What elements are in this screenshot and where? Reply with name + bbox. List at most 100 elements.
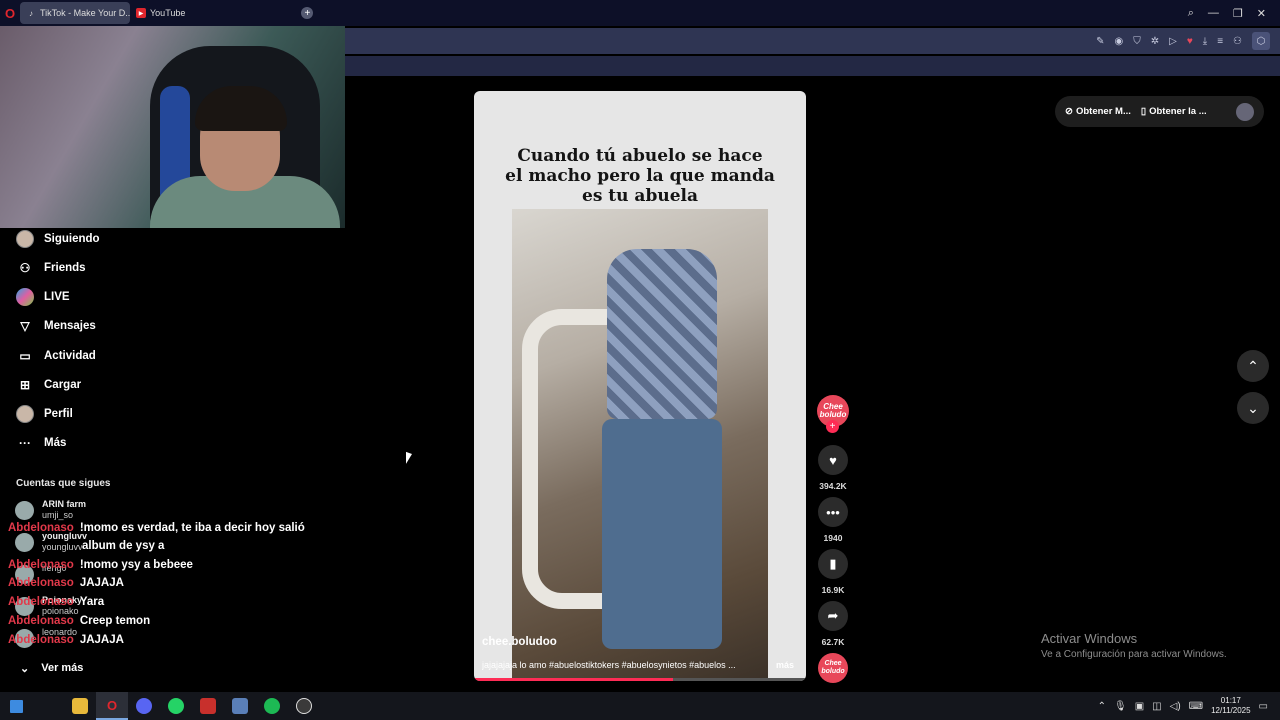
bookmarks-bar (345, 56, 1280, 76)
app-red-icon[interactable] (192, 692, 224, 720)
sidebar-item-upload[interactable]: ⊞ Cargar (16, 374, 81, 396)
get-mobile-app-button[interactable]: ▯ Obtener la ... (1141, 106, 1207, 117)
display-icon[interactable]: ▣ (1135, 701, 1144, 712)
app-window-icon[interactable] (224, 692, 256, 720)
avatar (15, 501, 34, 520)
shield-icon[interactable]: ⛉ (1133, 36, 1141, 47)
whatsapp-icon[interactable] (160, 692, 192, 720)
heart-icon[interactable]: ♥ (1187, 36, 1193, 47)
spotify-icon[interactable] (256, 692, 288, 720)
comment-count: 1940 (823, 533, 843, 543)
sidebar-item-following[interactable]: Siguiendo (16, 228, 100, 250)
close-icon[interactable]: ✕ (1257, 7, 1266, 20)
previous-video-button[interactable]: ⌃ (1237, 350, 1269, 382)
upload-icon: ⊞ (19, 378, 31, 392)
tab-label: TikTok - Make Your D... (40, 8, 130, 18)
file-explorer-icon[interactable] (64, 692, 96, 720)
restore-icon[interactable]: ❐ (1233, 7, 1243, 20)
windows-start-icon[interactable] (0, 692, 32, 720)
windows-activation-watermark: Activar Windows Ve a Configuración para … (1041, 631, 1227, 660)
chat-line: Abdelonaso !momo es verdad, te iba a deci… (8, 522, 305, 534)
get-app-bar: ⊘ Obtener M... ▯ Obtener la ... (1055, 96, 1264, 127)
sidebar-item-more[interactable]: ··· Más (16, 432, 66, 454)
notifications-icon[interactable]: ▭ (1259, 701, 1268, 712)
like-count: 394.2K (819, 481, 847, 491)
video-caption: Cuando tú abuelo se hace el macho pero l… (474, 146, 806, 206)
follow-plus-icon[interactable]: + (826, 420, 839, 433)
user-avatar[interactable] (1236, 102, 1254, 121)
new-tab-button[interactable]: + (301, 7, 314, 19)
discord-icon[interactable] (128, 692, 160, 720)
microphone-icon[interactable]: 🎙︎ (1114, 701, 1127, 712)
edit-icon[interactable]: ✎ (1096, 36, 1104, 47)
list-item[interactable]: ARIN farm umji_so (15, 499, 86, 521)
sound-disc[interactable]: Chee boludo (818, 653, 848, 683)
see-more-label: Ver más (41, 662, 84, 674)
tab-tiktok[interactable]: ♪ TikTok - Make Your D... (20, 2, 130, 24)
chat-message: JAJAJA (79, 634, 124, 646)
activation-title: Activar Windows (1041, 631, 1138, 646)
comment-button[interactable]: ••• (818, 497, 848, 527)
chat-message: !momo es verdad, te iba a decir hoy sali… (79, 522, 305, 534)
sidebar-item-profile[interactable]: Perfil (16, 403, 73, 425)
video-player[interactable]: Cuando tú abuelo se hace el macho pero l… (474, 91, 806, 681)
language-icon[interactable]: ⌨ (1189, 701, 1203, 712)
see-more-button[interactable]: ⌄ Ver más (20, 662, 83, 675)
description-more-button[interactable]: más (776, 660, 794, 670)
chat-user: Abdelonaso (8, 596, 74, 608)
get-app-button[interactable]: ⊘ Obtener M... (1065, 106, 1131, 117)
tab-label: YouTube (150, 8, 186, 18)
vpn-icon[interactable]: ✲ (1151, 36, 1159, 47)
tab-youtube[interactable]: ▶ YouTube (130, 2, 191, 24)
heart-icon: ♥ (829, 452, 837, 468)
clock-time: 01:17 (1220, 696, 1241, 705)
play-icon[interactable]: ▷ (1169, 36, 1177, 47)
activity-icon: ▭ (19, 349, 31, 363)
like-button[interactable]: ♥ (818, 445, 848, 475)
sidebar-item-messages[interactable]: ▽ Mensajes (16, 315, 95, 337)
video-description: jajajajaja lo amo #abuelostiktokers #abu… (482, 660, 736, 670)
download-icon[interactable]: ⤓ (1203, 36, 1207, 47)
sidebar-item-label: Más (44, 437, 67, 449)
chevron-up-icon[interactable]: ⌃ (1098, 701, 1106, 712)
tiktok-icon: ♪ (29, 8, 33, 18)
next-video-button[interactable]: ⌄ (1237, 392, 1269, 424)
camera-icon[interactable]: ◉ (1115, 36, 1124, 47)
share-button[interactable]: ➦ (818, 601, 848, 631)
chat-user: Abdelonaso (8, 634, 74, 646)
system-clock[interactable]: 01:17 12/11/2025 (1211, 696, 1250, 716)
video-progress-fill (474, 678, 674, 681)
chat-line: Abdelonaso JAJAJA (8, 634, 124, 646)
video-author[interactable]: chee.boludoo (482, 636, 557, 648)
friends-icon: ⚇ (19, 261, 31, 275)
chevron-down-icon: ⌄ (1247, 399, 1259, 416)
sidebar-item-label: Friends (44, 262, 86, 274)
save-button[interactable]: ▮ (818, 549, 848, 579)
volume-icon[interactable]: ◁) (1170, 701, 1181, 712)
chat-line: album de ysy a (76, 540, 164, 552)
activation-subtitle: Ve a Configuración para activar Windows. (1041, 649, 1227, 660)
minimize-icon[interactable]: — (1208, 7, 1219, 19)
search-icon[interactable] (32, 692, 64, 720)
chat-message: JAJAJA (79, 577, 124, 589)
profile-icon[interactable]: ⚇ (1233, 36, 1242, 47)
caption-line: es tu abuela (582, 186, 698, 206)
get-app-label: Obtener M... (1075, 106, 1131, 117)
sidebar-item-label: Cargar (44, 379, 82, 391)
menu-icon[interactable]: ≡ (1217, 36, 1223, 47)
sidebar-item-live[interactable]: LIVE (16, 286, 70, 308)
address-bar: ✎ ◉ ⛉ ✲ ▷ ♥ ⤓ ≡ ⚇ ⬡ (345, 28, 1280, 54)
sidebar-item-friends[interactable]: ⚇ Friends (16, 257, 86, 279)
opera-logo-icon[interactable]: O (0, 0, 20, 26)
obs-icon[interactable] (288, 692, 320, 720)
chat-line: Abdelonaso Creep temon (8, 615, 150, 627)
extension-icon[interactable]: ⬡ (1252, 32, 1270, 50)
network-icon[interactable]: ◫ (1152, 701, 1161, 712)
sidebar-item-activity[interactable]: ▭ Actividad (16, 345, 95, 367)
chat-message: Yara (79, 596, 105, 608)
sidebar-item-label: LIVE (44, 291, 70, 303)
search-icon[interactable]: ⌕ (1188, 7, 1194, 20)
video-progress-bar[interactable] (474, 678, 806, 681)
save-count: 16.9K (821, 585, 845, 595)
opera-icon[interactable]: O (96, 692, 128, 720)
